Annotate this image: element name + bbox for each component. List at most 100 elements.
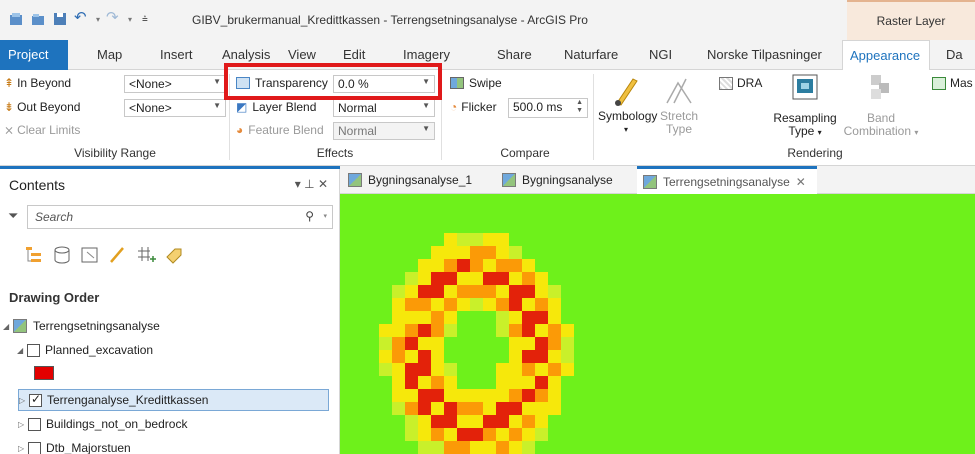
- visibility-checkbox[interactable]: [28, 441, 41, 454]
- raster-cell: [418, 376, 431, 389]
- tab-project[interactable]: Project: [0, 40, 68, 70]
- raster-cell: [418, 389, 431, 402]
- raster-cell: [431, 324, 444, 337]
- tree-item-dtb-majorstuen[interactable]: ▷ Dtb_Majorstuen: [18, 437, 348, 454]
- in-beyond-combo[interactable]: <None> ▼: [124, 75, 226, 93]
- tab-bygningsanalyse-1[interactable]: Bygningsanalyse_1: [348, 166, 472, 194]
- collapse-icon[interactable]: ◢: [17, 346, 27, 355]
- raster-cell: [535, 285, 548, 298]
- clear-limits-button[interactable]: ⨯ Clear Limits: [4, 123, 80, 137]
- raster-cell: [457, 246, 470, 259]
- raster-cell: [405, 389, 418, 402]
- tree-item-terrenganalyse[interactable]: ▷ Terrenganalyse_Kredittkassen: [18, 389, 329, 411]
- spin-icon[interactable]: ▲ ▼: [576, 99, 583, 115]
- filter-icon[interactable]: ⏷: [8, 208, 18, 224]
- swipe-label: Swipe: [469, 76, 502, 90]
- raster-cell: [509, 337, 522, 350]
- layer-blend-combo[interactable]: Normal ▼: [333, 99, 435, 117]
- feature-blend-label-row: ◕ Feature Blend: [236, 123, 324, 137]
- raster-cell: [535, 311, 548, 324]
- pane-controls[interactable]: ▾ ⊥ ✕: [295, 177, 328, 191]
- flicker-rate-stepper[interactable]: 500.0 ms ▲ ▼: [508, 98, 588, 118]
- feature-blend-combo[interactable]: Normal ▼: [333, 122, 435, 140]
- raster-cell: [431, 441, 444, 454]
- tab-analysis[interactable]: Analysis: [222, 47, 270, 62]
- raster-cell: [483, 298, 496, 311]
- tab-view[interactable]: View: [288, 47, 316, 62]
- map-tab-label: Terrengsetningsanalyse: [663, 174, 790, 189]
- raster-cell: [470, 233, 483, 246]
- raster-cell: [392, 311, 405, 324]
- tab-terrengsetningsanalyse[interactable]: Terrengsetningsanalyse ✕: [637, 166, 817, 194]
- tab-share[interactable]: Share: [497, 47, 532, 62]
- raster-cell: [470, 428, 483, 441]
- map-view[interactable]: [340, 194, 975, 454]
- raster-cell: [405, 350, 418, 363]
- tab-ngi[interactable]: NGI: [649, 47, 672, 62]
- raster-cell: [470, 272, 483, 285]
- tab-bygningsanalyse[interactable]: Bygningsanalyse: [502, 166, 613, 194]
- collapse-icon[interactable]: ◢: [3, 322, 13, 331]
- expand-icon[interactable]: ▷: [18, 444, 28, 453]
- chevron-down-icon[interactable]: ▾: [323, 212, 327, 220]
- visibility-checkbox[interactable]: [28, 417, 41, 431]
- tree-item-buildings-not-on-bedrock[interactable]: ▷ Buildings_not_on_bedrock: [18, 413, 348, 435]
- search-input[interactable]: Search ⚲ ▾: [27, 205, 333, 229]
- visibility-checkbox[interactable]: [27, 343, 40, 357]
- raster-cell: [418, 441, 431, 454]
- tab-insert[interactable]: Insert: [160, 47, 193, 62]
- stretch-type-button[interactable]: Stretch Type: [654, 75, 704, 136]
- tab-norske-tilpasninger[interactable]: Norske Tilpasninger: [707, 47, 822, 62]
- raster-cell: [535, 428, 548, 441]
- raster-cell: [444, 246, 457, 259]
- list-by-labeling-icon[interactable]: [164, 245, 184, 265]
- raster-cell: [444, 376, 457, 389]
- mask-label: Mas: [950, 76, 973, 90]
- list-by-snapping-icon[interactable]: [136, 245, 156, 265]
- raster-cell: [496, 324, 509, 337]
- raster-cell: [418, 350, 431, 363]
- raster-cell: [548, 337, 561, 350]
- tab-appearance[interactable]: Appearance: [842, 40, 930, 71]
- resampling-type-button[interactable]: Resampling Type ▾: [770, 73, 840, 139]
- visibility-checkbox[interactable]: [29, 392, 42, 407]
- expand-icon[interactable]: ▷: [19, 396, 29, 405]
- search-icon[interactable]: ⚲: [305, 209, 314, 223]
- list-by-editing-icon[interactable]: [108, 245, 128, 265]
- symbology-button[interactable]: Symbology ▾: [598, 75, 657, 136]
- contextual-tab-raster-layer[interactable]: Raster Layer: [847, 0, 975, 40]
- raster-cell: [379, 324, 392, 337]
- list-by-selection-icon[interactable]: [80, 245, 100, 265]
- raster-cell: [405, 428, 418, 441]
- close-icon[interactable]: ✕: [796, 175, 806, 189]
- raster-cell: [418, 285, 431, 298]
- raster-cell: [405, 363, 418, 376]
- tab-map[interactable]: Map: [97, 47, 122, 62]
- raster-cell: [392, 363, 405, 376]
- dra-toggle[interactable]: DRA: [719, 76, 762, 90]
- list-by-drawing-order-icon[interactable]: [24, 245, 44, 265]
- tab-data[interactable]: Da: [946, 47, 963, 62]
- tab-edit[interactable]: Edit: [343, 47, 365, 62]
- mask-button[interactable]: Mas: [932, 76, 973, 90]
- ribbon-tab-bar: Project Map Insert Analysis View Edit Im…: [0, 40, 975, 71]
- expand-icon[interactable]: ▷: [18, 420, 28, 429]
- raster-cell: [431, 350, 444, 363]
- raster-cell: [405, 298, 418, 311]
- raster-cell: [548, 324, 561, 337]
- in-beyond-button[interactable]: ⇞ In Beyond: [4, 76, 71, 90]
- band-combination-button[interactable]: Band Combination ▾: [843, 73, 919, 139]
- out-beyond-button[interactable]: ⇟ Out Beyond: [4, 100, 80, 114]
- tab-imagery[interactable]: Imagery: [403, 47, 450, 62]
- list-by-source-icon[interactable]: [52, 245, 72, 265]
- raster-cell: [418, 363, 431, 376]
- layer-blend-label: Layer Blend: [252, 100, 317, 114]
- tree-item-planned-excavation[interactable]: ◢ Planned_excavation: [17, 339, 347, 361]
- tree-item-map[interactable]: ◢ Terrengsetningsanalyse: [3, 315, 333, 337]
- raster-cell: [522, 324, 535, 337]
- raster-cell: [496, 428, 509, 441]
- swipe-button[interactable]: Swipe: [450, 76, 502, 90]
- symbol-swatch-planned-excavation[interactable]: [34, 366, 54, 380]
- tab-naturfare[interactable]: Naturfare: [564, 47, 618, 62]
- out-beyond-combo[interactable]: <None> ▼: [124, 99, 226, 117]
